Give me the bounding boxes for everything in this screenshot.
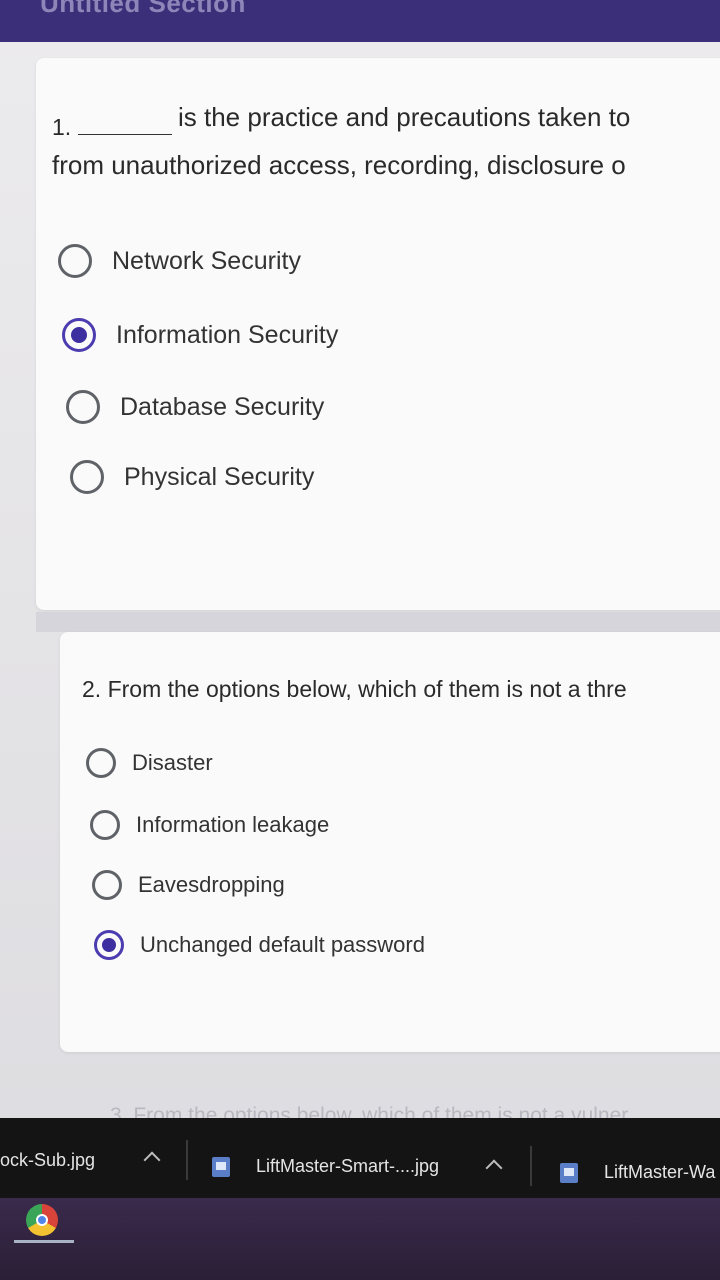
download-item[interactable]: LiftMaster-Wa bbox=[560, 1162, 715, 1183]
radio-button[interactable] bbox=[90, 810, 120, 840]
card-gap bbox=[36, 612, 720, 632]
image-file-icon bbox=[212, 1156, 230, 1177]
radio-button[interactable] bbox=[86, 748, 116, 778]
question-2-option-eavesdropping[interactable]: Eavesdropping bbox=[92, 870, 285, 900]
chevron-up-icon[interactable] bbox=[143, 1151, 161, 1169]
download-item[interactable]: LiftMaster-Smart-....jpg bbox=[212, 1156, 439, 1177]
option-label: Information leakage bbox=[136, 812, 330, 837]
divider bbox=[530, 1146, 532, 1186]
download-filename: ock-Sub.jpg bbox=[0, 1150, 96, 1170]
question-1-option-physical-security[interactable]: Physical Security bbox=[70, 460, 314, 494]
divider bbox=[186, 1140, 188, 1180]
option-label: Unchanged default password bbox=[140, 932, 425, 957]
download-item[interactable]: ock-Sub.jpg bbox=[0, 1150, 95, 1171]
question-2-option-information-leakage[interactable]: Information leakage bbox=[90, 810, 329, 840]
question-1-card: 1. is the practice and precautions taken… bbox=[36, 58, 720, 610]
download-filename: LiftMaster-Smart-....jpg bbox=[256, 1156, 440, 1176]
radio-button-selected[interactable] bbox=[62, 318, 96, 352]
question-2-option-unchanged-default-password[interactable]: Unchanged default password bbox=[94, 930, 425, 960]
question-2-text: 2. From the options below, which of them… bbox=[82, 676, 627, 702]
radio-button[interactable] bbox=[66, 390, 100, 424]
option-label: Physical Security bbox=[124, 462, 315, 491]
option-label: Network Security bbox=[112, 246, 301, 275]
section-header: Untitled Section bbox=[0, 0, 720, 42]
option-label: Information Security bbox=[116, 320, 339, 349]
section-title: Untitled Section bbox=[40, 0, 246, 18]
question-1-text-line2: from unauthorized access, recording, dis… bbox=[52, 150, 626, 180]
downloads-bar: ock-Sub.jpg LiftMaster-Smart-....jpg Lif… bbox=[0, 1118, 720, 1198]
question-2-option-disaster[interactable]: Disaster bbox=[86, 748, 213, 778]
chevron-up-icon[interactable] bbox=[485, 1159, 503, 1177]
form-page: Untitled Section 1. is the practice and … bbox=[0, 0, 720, 1280]
question-1-number: 1. bbox=[52, 114, 72, 140]
os-shelf bbox=[0, 1198, 720, 1280]
question-1-blank bbox=[78, 134, 172, 135]
option-label: Eavesdropping bbox=[138, 872, 285, 897]
option-label: Disaster bbox=[132, 750, 213, 775]
chrome-icon[interactable] bbox=[26, 1204, 58, 1236]
radio-button[interactable] bbox=[92, 870, 122, 900]
radio-button[interactable] bbox=[70, 460, 104, 494]
radio-button[interactable] bbox=[58, 244, 92, 278]
question-1-option-network-security[interactable]: Network Security bbox=[58, 244, 301, 278]
question-2-card: 2. From the options below, which of them… bbox=[60, 632, 720, 1052]
option-label: Database Security bbox=[120, 392, 325, 421]
active-app-indicator bbox=[14, 1240, 74, 1243]
download-filename: LiftMaster-Wa bbox=[604, 1162, 716, 1182]
question-1-option-information-security[interactable]: Information Security bbox=[62, 318, 338, 352]
question-1-text-line1: is the practice and precautions taken to bbox=[178, 102, 631, 132]
question-1-option-database-security[interactable]: Database Security bbox=[66, 390, 324, 424]
radio-button-selected[interactable] bbox=[94, 930, 124, 960]
image-file-icon bbox=[560, 1162, 578, 1183]
